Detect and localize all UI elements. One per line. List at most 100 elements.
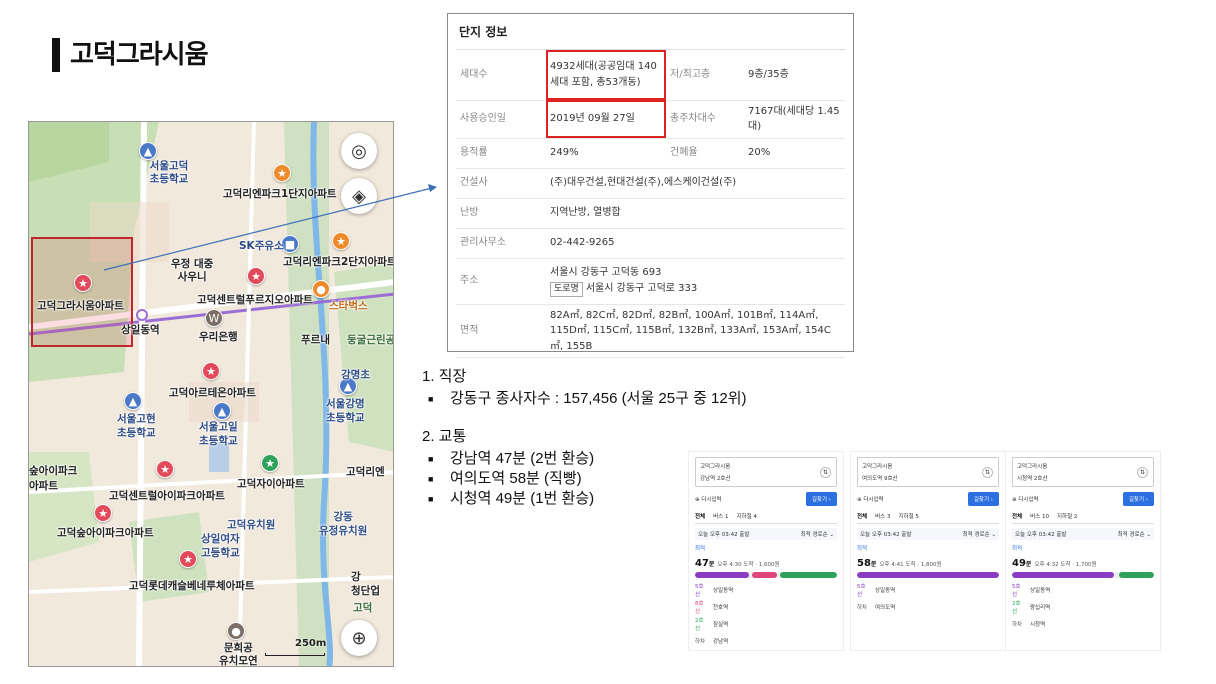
info-header: 단지 정보 — [456, 14, 845, 50]
list-item-text: 시청역 49분 (1번 환승) — [450, 490, 595, 508]
table-row: 관리사무소 02-442-9265 — [456, 228, 845, 259]
tab-all[interactable]: 전체 — [1012, 512, 1022, 520]
travel-time: 49분 오후 4:32 도착 · 1,700원 — [1012, 558, 1154, 569]
list-item-text: 여의도역 58분 (직빵) — [450, 470, 582, 488]
table-row: 세대수 4932세대(공공임대 140세대 포함, 총53개동) 저/최고층 9… — [456, 50, 845, 101]
sort-select[interactable]: 최적 경로순 ⌄ — [801, 530, 834, 538]
notes-heading-transit: 2. 교통 — [422, 428, 467, 446]
step-station: 상일동역 — [1030, 587, 1051, 594]
step-station: 왕십리역 — [1030, 604, 1051, 611]
info-value-address: 서울시 강동구 고덕동 693 도로명 서울시 강동구 고덕로 333 — [546, 258, 845, 305]
info-value: 7167대(세대당 1.45대) — [744, 100, 845, 139]
table-row: 사용승인일 2019년 09월 27일 총주차대수 7167대(세대당 1.45… — [456, 100, 845, 139]
route-input-box[interactable]: 고덕그라시움 시청역 2호선 ⇅ — [1012, 457, 1154, 487]
step-station: 천호역 — [713, 604, 729, 611]
complex-info-panel: 단지 정보 세대수 4932세대(공공임대 140세대 포함, 총53개동) 저… — [447, 13, 854, 358]
info-key: 용적률 — [456, 138, 546, 169]
address-road-text: 서울시 강동구 고덕로 333 — [585, 282, 698, 294]
route-progress-bar — [1012, 572, 1154, 578]
tab-all[interactable]: 전체 — [857, 512, 867, 520]
info-key: 세대수 — [456, 50, 546, 101]
swap-icon[interactable]: ⇅ — [820, 467, 831, 478]
info-key: 난방 — [456, 198, 546, 229]
sort-select[interactable]: 최적 경로순 ⌄ — [963, 530, 996, 538]
route-destination[interactable]: 강남역 2호선 — [700, 473, 832, 485]
travel-unit: 분 — [1025, 561, 1032, 568]
arrival-detail: 오후 4:32 도착 · 1,700원 — [1034, 562, 1097, 568]
info-value: 02-442-9265 — [546, 228, 845, 259]
travel-minutes: 58 — [857, 558, 871, 569]
info-value: 249% — [546, 138, 666, 169]
tab-bus[interactable]: 버스 1 — [713, 512, 728, 520]
bullet-icon: ■ — [428, 494, 434, 505]
info-key: 총주차대수 — [666, 100, 744, 139]
road-name-badge: 도로명 — [550, 281, 583, 297]
info-key: 건폐율 — [666, 138, 744, 169]
route-origin[interactable]: 고덕그라시움 — [700, 461, 832, 473]
info-value: 20% — [744, 138, 845, 169]
table-row: 건설사 (주)대우건설,현대건설(주),에스케이건설(주) — [456, 168, 845, 199]
line-badge: 8호선 — [695, 600, 704, 615]
address-road: 도로명 서울시 강동구 고덕로 333 — [550, 281, 841, 297]
route-destination[interactable]: 여의도역 9호선 — [862, 473, 994, 485]
find-route-button[interactable]: 길찾기 › — [1122, 492, 1154, 506]
bullet-icon: ■ — [428, 394, 434, 405]
route-card-gangnam[interactable]: 고덕그라시움 강남역 2호선 ⇅ ⊕ 다시입력 길찾기 › 전체 버스 1 지하철… — [688, 451, 844, 651]
info-key: 관리사무소 — [456, 228, 546, 259]
find-route-button[interactable]: 길찾기 › — [967, 492, 999, 506]
table-row: 면적 82A㎡, 82C㎡, 82D㎡, 82B㎡, 100A㎡, 101B㎡,… — [456, 304, 845, 358]
route-tabs: 전체 버스 1 지하철 4 — [695, 512, 837, 524]
bullet-icon: ■ — [428, 454, 434, 465]
route-destination[interactable]: 시청역 2호선 — [1017, 473, 1149, 485]
route-origin[interactable]: 고덕그라시움 — [862, 461, 994, 473]
route-progress-bar — [857, 572, 999, 578]
info-key: 면적 — [456, 304, 546, 358]
list-item-text: 강남역 47분 (2번 환승) — [450, 450, 595, 468]
find-route-button[interactable]: 길찾기 › — [805, 492, 837, 506]
list-item-text: 강동구 종사자수 : 157,456 (서울 25구 중 12위) — [450, 390, 747, 407]
route-input-box[interactable]: 고덕그라시움 강남역 2호선 ⇅ — [695, 457, 837, 487]
travel-unit: 분 — [708, 561, 715, 568]
tab-bus[interactable]: 버스 3 — [875, 512, 890, 520]
tab-all[interactable]: 전체 — [695, 512, 705, 520]
table-row: 용적률 249% 건폐율 20% — [456, 138, 845, 169]
line-badge: 2호선 — [695, 617, 704, 632]
line-badge: 5호선 — [695, 583, 704, 598]
route-card-yeouido[interactable]: 고덕그라시움 여의도역 9호선 ⇅ ⊕ 다시입력 길찾기 › 전체 버스 3 지하… — [850, 451, 1006, 651]
step-station: 시청역 — [1030, 621, 1046, 628]
line-badge: 5호선 — [1012, 583, 1021, 598]
swap-icon[interactable]: ⇅ — [1137, 467, 1148, 478]
swap-icon[interactable]: ⇅ — [982, 467, 993, 478]
travel-minutes: 47 — [695, 558, 709, 569]
best-tag: 최적 — [857, 546, 868, 552]
list-item: ■ 강동구 종사자수 : 157,456 (서울 25구 중 12위) — [422, 389, 747, 409]
best-tag: 최적 — [1012, 546, 1023, 552]
route-input-box[interactable]: 고덕그라시움 여의도역 9호선 ⇅ — [857, 457, 999, 487]
info-value-households: 4932세대(공공임대 140세대 포함, 총53개동) — [546, 50, 666, 101]
travel-time: 47분 오후 4:30 도착 · 1,600원 — [695, 558, 837, 569]
info-value-areas: 82A㎡, 82C㎡, 82D㎡, 82B㎡, 100A㎡, 101B㎡, 11… — [546, 304, 845, 358]
travel-time: 58분 오후 4:41 도착 · 1,800원 — [857, 558, 999, 569]
line-badge: 하차 — [695, 638, 706, 645]
step-station: 여의도역 — [875, 604, 896, 611]
arrival-detail: 오후 4:41 도착 · 1,800원 — [879, 562, 942, 568]
route-tabs: 전체 버스 10 지하철 2 — [1012, 512, 1154, 524]
address-jibun: 서울시 강동구 고덕동 693 — [550, 267, 662, 279]
tab-subway[interactable]: 지하철 5 — [899, 512, 919, 520]
travel-minutes: 49 — [1012, 558, 1026, 569]
route-card-cityhall[interactable]: 고덕그라시움 시청역 2호선 ⇅ ⊕ 다시입력 길찾기 › 전체 버스 10 지하… — [1005, 451, 1161, 651]
line-badge: 5호선 — [857, 583, 866, 598]
tab-bus[interactable]: 버스 10 — [1030, 512, 1049, 520]
step-station: 상일동역 — [713, 587, 734, 594]
route-tabs: 전체 버스 3 지하철 5 — [857, 512, 999, 524]
tab-subway[interactable]: 지하철 2 — [1057, 512, 1077, 520]
arrival-detail: 오후 4:30 도착 · 1,600원 — [717, 562, 780, 568]
depart-time[interactable]: 오늘 오후 03:42 출발 — [1015, 530, 1066, 538]
route-origin[interactable]: 고덕그라시움 — [1017, 461, 1149, 473]
depart-time[interactable]: 오늘 오후 03:42 출발 — [698, 530, 749, 538]
sort-select[interactable]: 최적 경로순 ⌄ — [1118, 530, 1151, 538]
info-key: 주소 — [456, 258, 546, 305]
info-key: 사용승인일 — [456, 100, 546, 139]
depart-time[interactable]: 오늘 오후 03:42 출발 — [860, 530, 911, 538]
tab-subway[interactable]: 지하철 4 — [737, 512, 757, 520]
